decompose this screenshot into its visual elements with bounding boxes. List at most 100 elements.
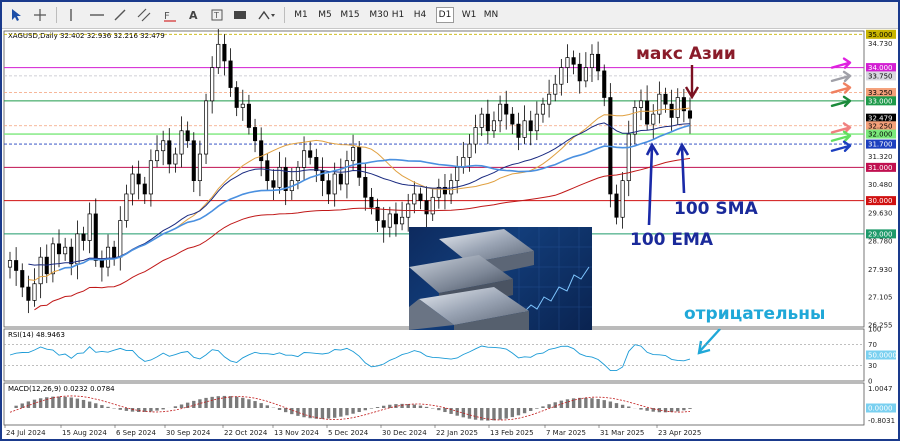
chart-toolbar: F A T M1 M5 M15 M30 H1 H4 D1 W1 MN bbox=[2, 2, 898, 29]
candle bbox=[308, 150, 313, 158]
time-tick: 22 Oct 2024 bbox=[224, 429, 268, 437]
candle bbox=[651, 113, 656, 125]
candle bbox=[20, 270, 25, 288]
candle bbox=[553, 83, 558, 95]
svg-text:F: F bbox=[164, 11, 170, 22]
candle bbox=[87, 213, 92, 241]
timeframe-w1[interactable]: W1 bbox=[460, 7, 478, 23]
time-tick: 23 Apr 2025 bbox=[658, 429, 701, 437]
trendline-icon[interactable] bbox=[112, 6, 128, 24]
candle bbox=[589, 53, 595, 68]
price-label: 29.000 bbox=[868, 230, 893, 238]
label-icon[interactable]: T bbox=[210, 6, 224, 24]
candle bbox=[7, 260, 13, 268]
candle bbox=[669, 103, 674, 118]
shapes-icon[interactable] bbox=[256, 6, 278, 24]
vertical-line-icon[interactable] bbox=[64, 6, 78, 24]
time-tick: 24 Jul 2024 bbox=[6, 429, 46, 437]
candle bbox=[99, 260, 104, 268]
horizontal-line-icon[interactable] bbox=[88, 6, 106, 24]
svg-text:A: A bbox=[189, 9, 198, 22]
time-tick: 13 Feb 2025 bbox=[490, 429, 534, 437]
terminal-window: F A T M1 M5 M15 M30 H1 H4 D1 W1 MN XAGUSD,Daily … bbox=[0, 0, 900, 441]
price-tick: 27.105 bbox=[868, 293, 893, 301]
candle bbox=[154, 150, 160, 162]
macd-pane bbox=[3, 382, 865, 426]
candle bbox=[302, 150, 307, 168]
timeframe-h1[interactable]: H1 bbox=[390, 7, 406, 23]
fibonacci-icon[interactable]: F bbox=[162, 6, 178, 24]
price-label: 35.000 bbox=[868, 31, 893, 39]
candle bbox=[93, 213, 98, 261]
negative-label: отрицательны bbox=[684, 304, 825, 324]
candle bbox=[179, 130, 184, 155]
candle bbox=[222, 43, 227, 62]
candle bbox=[467, 143, 472, 158]
flag-icon[interactable] bbox=[232, 6, 248, 24]
timeframe-mn[interactable]: MN bbox=[482, 7, 500, 23]
candle bbox=[687, 110, 693, 119]
channel-icon[interactable] bbox=[136, 6, 152, 24]
timeframe-h4[interactable]: H4 bbox=[412, 7, 428, 23]
cursor-icon[interactable] bbox=[8, 6, 24, 24]
candle bbox=[265, 160, 270, 182]
candle bbox=[645, 100, 650, 125]
candle bbox=[344, 160, 349, 185]
price-label: 33.750 bbox=[868, 72, 893, 80]
rsi-tick: 100 bbox=[868, 326, 881, 334]
price-label: 31.700 bbox=[868, 141, 893, 149]
rsi-tick: 70 bbox=[868, 341, 877, 349]
time-tick: 13 Nov 2024 bbox=[274, 429, 319, 437]
candle bbox=[173, 153, 178, 165]
candle bbox=[540, 103, 546, 115]
macd-tick: 1.0047 bbox=[868, 385, 893, 393]
macd-current: 0.0000 bbox=[868, 405, 893, 413]
timeframe-m1[interactable]: M1 bbox=[292, 7, 310, 23]
crosshair-icon[interactable] bbox=[32, 6, 48, 24]
candle bbox=[136, 173, 141, 185]
price-label: 31.000 bbox=[868, 164, 893, 172]
candle bbox=[663, 93, 668, 105]
candle bbox=[314, 157, 319, 172]
candle bbox=[559, 67, 564, 85]
candle bbox=[369, 196, 374, 208]
candle bbox=[675, 97, 680, 118]
candle bbox=[105, 246, 111, 268]
candle bbox=[351, 147, 356, 162]
candle bbox=[332, 173, 337, 195]
timeframe-d1[interactable]: D1 bbox=[436, 7, 454, 23]
candle bbox=[271, 180, 276, 188]
silver-bars-photo bbox=[409, 227, 592, 330]
candle bbox=[216, 43, 221, 68]
timeframe-m5[interactable]: M5 bbox=[316, 7, 334, 23]
macd-tick: -0.8031 bbox=[868, 417, 895, 425]
candle bbox=[118, 220, 123, 258]
time-tick: 22 Jan 2025 bbox=[436, 429, 478, 437]
price-tick: 30.480 bbox=[868, 181, 893, 189]
candle bbox=[32, 283, 37, 301]
candle bbox=[522, 120, 527, 138]
candle bbox=[596, 53, 601, 72]
candle bbox=[400, 216, 405, 225]
candle bbox=[130, 173, 135, 195]
candle bbox=[363, 176, 368, 198]
candle bbox=[504, 103, 509, 115]
text-icon[interactable]: A bbox=[186, 6, 200, 24]
candle bbox=[56, 243, 62, 255]
timeframe-m15[interactable]: M15 bbox=[340, 7, 360, 23]
candle bbox=[528, 120, 533, 132]
candle bbox=[161, 140, 166, 152]
candle bbox=[638, 100, 644, 108]
timeframe-m30[interactable]: M30 bbox=[368, 7, 390, 23]
candle bbox=[602, 70, 607, 98]
time-tick: 30 Sep 2024 bbox=[166, 429, 211, 437]
time-tick: 7 Mar 2025 bbox=[546, 429, 586, 437]
candle bbox=[338, 173, 343, 185]
candle bbox=[571, 57, 576, 65]
candle bbox=[620, 180, 625, 218]
candle bbox=[479, 113, 484, 128]
candle bbox=[240, 103, 245, 108]
time-tick: 15 Aug 2024 bbox=[62, 429, 107, 437]
candle bbox=[63, 246, 68, 255]
candle bbox=[381, 220, 386, 228]
